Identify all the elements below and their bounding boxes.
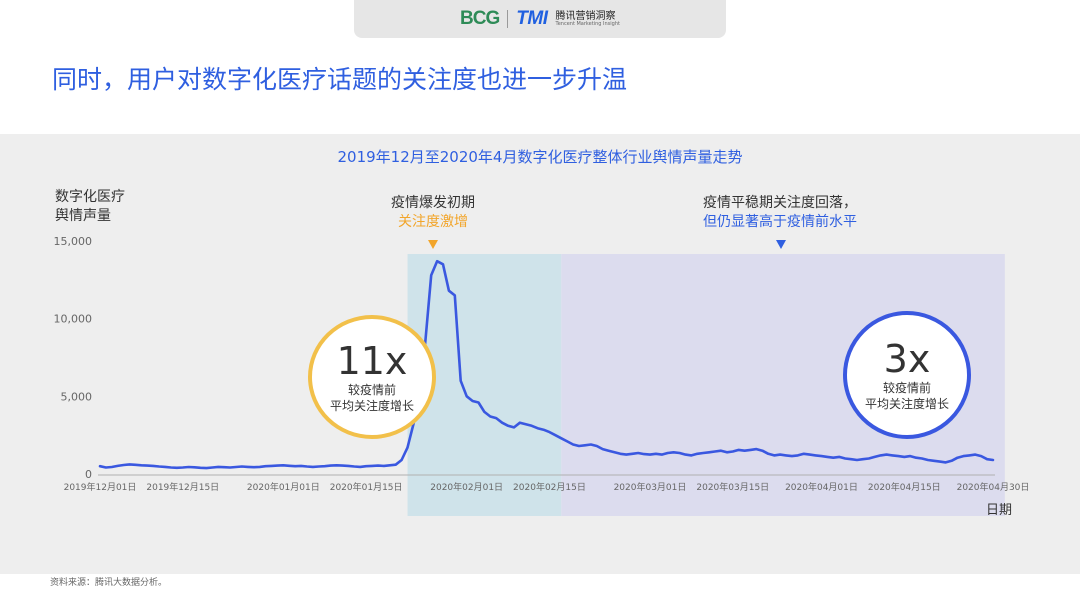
stable-growth-caption-1: 较疫情前 — [882, 381, 931, 395]
stable-annotation-title: 疫情平稳期关注度回落， — [703, 195, 857, 211]
x-tick-label: 2020年03月01日 — [614, 481, 687, 493]
outbreak-growth-caption-2: 平均关注度增长 — [329, 399, 414, 413]
y-axis-title-line1: 数字化医疗 — [55, 189, 125, 205]
stable-arrow-icon — [776, 240, 786, 249]
y-tick-label: 15,000 — [54, 235, 93, 248]
chart-canvas: 0 5,000 10,000 15,000 2019年12月01日 2019年12月15日… — [54, 235, 1030, 516]
y-tick-label: 10,000 — [54, 313, 93, 326]
x-tick-label: 2020年01月01日 — [247, 481, 320, 493]
x-tick-label: 2020年02月15日 — [513, 481, 586, 493]
x-tick-label: 2020年02月01日 — [430, 481, 503, 493]
x-tick-label: 2020年04月01日 — [785, 481, 858, 493]
y-tick-label: 5,000 — [61, 390, 93, 403]
outbreak-annotation-title: 疫情爆发初期 — [391, 195, 475, 211]
y-tick-label: 0 — [85, 468, 92, 481]
source-footnote: 资料来源：腾讯大数据分析。 — [50, 578, 168, 588]
outbreak-arrow-icon — [428, 240, 438, 249]
stable-growth-multiplier: 3x — [883, 337, 931, 381]
y-axis-title-line2: 舆情声量 — [55, 208, 111, 224]
x-tick-label: 2019年12月15日 — [146, 481, 219, 493]
chart-title: 2019年12月至2020年4月数字化医疗整体行业舆情声量走势 — [337, 148, 743, 166]
x-tick-label: 2020年04月15日 — [868, 481, 941, 493]
stable-growth-badge: 3x 较疫情前 平均关注度增长 — [843, 311, 971, 439]
outbreak-growth-caption-1: 较疫情前 — [347, 383, 396, 397]
x-axis-title: 日期 — [985, 503, 1012, 518]
x-tick-label: 2019年12月01日 — [64, 481, 137, 493]
y-axis-title: 数字化医疗 舆情声量 — [55, 188, 125, 226]
outbreak-annotation-subtitle: 关注度激增 — [398, 214, 468, 230]
x-tick-label: 2020年03月15日 — [696, 481, 769, 493]
x-tick-label: 2020年01月15日 — [330, 481, 403, 493]
stable-annotation-subtitle: 但仍显著高于疫情前水平 — [703, 214, 857, 230]
x-tick-label: 2020年04月30日 — [957, 481, 1030, 493]
outbreak-growth-multiplier: 11x — [336, 339, 408, 383]
outbreak-growth-badge: 11x 较疫情前 平均关注度增长 — [308, 315, 436, 439]
stable-growth-caption-2: 平均关注度增长 — [864, 397, 949, 411]
